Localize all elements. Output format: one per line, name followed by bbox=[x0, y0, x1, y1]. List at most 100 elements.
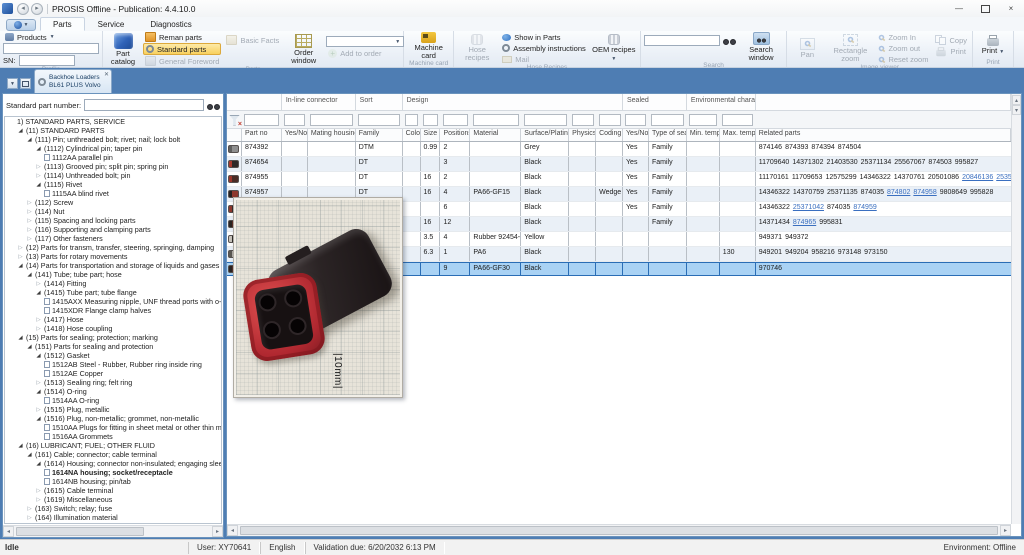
copy-button[interactable]: Copy bbox=[933, 35, 969, 45]
column-filter-input[interactable] bbox=[405, 113, 419, 126]
collapsed-arrow-icon[interactable]: ▷ bbox=[35, 488, 42, 494]
tree-item[interactable]: ◢ (1115) Rivet bbox=[5, 180, 221, 189]
tree-item[interactable]: ◢ (1614) Housing; connector non-insulated… bbox=[5, 459, 221, 468]
scroll-up-icon[interactable]: ▴ bbox=[1012, 95, 1021, 105]
column-filter-input[interactable] bbox=[722, 113, 754, 126]
column-filter-input[interactable] bbox=[244, 113, 280, 126]
binoculars-icon[interactable] bbox=[722, 36, 736, 45]
zoom-out-button[interactable]: Zoom out bbox=[876, 43, 930, 53]
tree-item[interactable]: ▷ (116) Supporting and clamping parts bbox=[5, 225, 221, 234]
tree-item[interactable]: ▷ (13) Parts for rotary movements bbox=[5, 252, 221, 261]
tree-item[interactable]: 1512AB Steel - Rubber, Rubber ring insid… bbox=[5, 360, 221, 369]
collapsed-arrow-icon[interactable]: ▷ bbox=[26, 506, 33, 512]
expanded-arrow-icon[interactable]: ◢ bbox=[35, 416, 42, 422]
tree-item[interactable]: ◢ (1516) Plug, non-metallic; grommet, non… bbox=[5, 414, 221, 423]
related-part-link[interactable]: 874958 bbox=[913, 189, 936, 196]
table-row[interactable]: 874955 DT 16 2 Black Yes Family 11170161 1170965… bbox=[227, 172, 1011, 187]
collapsed-arrow-icon[interactable]: ▷ bbox=[35, 317, 42, 323]
collapsed-arrow-icon[interactable]: ▷ bbox=[35, 497, 42, 503]
show-in-parts-button[interactable]: Show in Parts bbox=[500, 32, 588, 42]
part-catalog-button[interactable]: Part catalog bbox=[106, 32, 140, 66]
column-header-max-temp[interactable]: Max. temp bbox=[720, 129, 756, 141]
scroll-right-icon[interactable]: ▸ bbox=[212, 526, 223, 537]
table-row[interactable]: 874392 DTM 0.99 2 Grey Yes Family 874146 874393 8… bbox=[227, 142, 1011, 157]
column-header-color[interactable]: Color bbox=[403, 129, 421, 141]
tree-item[interactable]: ▷ (163) Switch; relay; fuse bbox=[5, 504, 221, 513]
tree-item[interactable]: ◢ (16) LUBRICANT; FUEL; OTHER FLUID bbox=[5, 441, 221, 450]
column-header-min-temp[interactable]: Min. temp bbox=[687, 129, 720, 141]
tree-item[interactable]: ◢ (11) STANDARD PARTS bbox=[5, 126, 221, 135]
table-row[interactable]: 874654 DT 3 Black Yes Family 11709640 14371302 2… bbox=[227, 157, 1011, 172]
tree-item[interactable]: ▷ (114) Nut bbox=[5, 207, 221, 216]
column-filter-input[interactable] bbox=[523, 113, 567, 126]
tree-item[interactable]: ▷ (12) Parts for transm, transfer, steeri… bbox=[5, 243, 221, 252]
tree-item[interactable]: 1415AXX Measuring nipple, UNF thread por… bbox=[5, 297, 221, 306]
tree-item[interactable]: ▷ (1113) Grooved pin; split pin; spring p… bbox=[5, 162, 221, 171]
collapsed-arrow-icon[interactable]: ▷ bbox=[35, 407, 42, 413]
table-horizontal-scrollbar[interactable]: ◂ ▸ bbox=[227, 524, 1011, 536]
tree-item[interactable]: 1512AE Copper bbox=[5, 369, 221, 378]
collapsed-arrow-icon[interactable]: ▷ bbox=[26, 200, 33, 206]
pan-button[interactable]: Pan bbox=[790, 37, 824, 59]
tree-item[interactable]: ◢ (151) Parts for sealing and protection bbox=[5, 342, 221, 351]
column-header-mating-housing[interactable]: Mating housing bbox=[308, 129, 356, 141]
search-window-button[interactable]: Search window bbox=[739, 32, 784, 62]
tree-item[interactable]: 1514AA O-ring bbox=[5, 396, 221, 405]
collapsed-arrow-icon[interactable]: ▷ bbox=[26, 227, 33, 233]
collapsed-arrow-icon[interactable]: ▷ bbox=[26, 515, 33, 521]
tree-item[interactable]: ▷ (1513) Sealing ring; felt ring bbox=[5, 378, 221, 387]
expanded-arrow-icon[interactable]: ◢ bbox=[17, 128, 24, 134]
reset-zoom-button[interactable]: Reset zoom bbox=[876, 54, 930, 64]
tree-item[interactable]: ◢ (14) Parts for transportation and stora… bbox=[5, 261, 221, 270]
collapsed-arrow-icon[interactable]: ▷ bbox=[35, 164, 42, 170]
column-filter-input[interactable] bbox=[598, 113, 621, 126]
expanded-arrow-icon[interactable]: ◢ bbox=[35, 389, 42, 395]
column-header-type-of-seal[interactable]: Type of seal bbox=[649, 129, 687, 141]
expanded-arrow-icon[interactable]: ◢ bbox=[35, 353, 42, 359]
column-filter-input[interactable] bbox=[472, 113, 519, 126]
tree-item[interactable]: ▷ (164) Illumination material bbox=[5, 513, 221, 522]
rectangle-zoom-button[interactable]: Rectangle zoom bbox=[827, 33, 873, 63]
column-filter-input[interactable] bbox=[442, 113, 468, 126]
tree-item[interactable]: ▷ (1414) Fitting bbox=[5, 279, 221, 288]
sn-input[interactable] bbox=[18, 55, 75, 66]
tree-item[interactable]: ◢ (161) Cable; connector; cable terminal bbox=[5, 450, 221, 459]
scroll-right-icon[interactable]: ▸ bbox=[1000, 525, 1011, 536]
assembly-instructions-button[interactable]: Assembly instructions bbox=[500, 43, 588, 53]
column-filter-input[interactable] bbox=[571, 113, 594, 126]
general-foreword-button[interactable]: General Foreword bbox=[143, 56, 221, 66]
mail-button[interactable]: Mail bbox=[500, 54, 588, 64]
collapsed-arrow-icon[interactable]: ▷ bbox=[17, 245, 24, 251]
column-filter-input[interactable] bbox=[422, 113, 438, 126]
tab-pin-button[interactable] bbox=[20, 78, 31, 89]
column-header-part-no[interactable]: Part no bbox=[242, 129, 282, 141]
expanded-arrow-icon[interactable]: ◢ bbox=[17, 335, 24, 341]
products-button[interactable]: Products ▼ bbox=[3, 32, 99, 42]
collapsed-arrow-icon[interactable]: ▷ bbox=[26, 218, 33, 224]
scrollbar-thumb[interactable] bbox=[240, 526, 998, 535]
tree-item[interactable]: 1) STANDARD PARTS, SERVICE bbox=[5, 117, 221, 126]
related-part-link[interactable]: 25350489 bbox=[996, 174, 1011, 181]
tree-item[interactable]: ▷ (117) Other fasteners bbox=[5, 234, 221, 243]
tree-item[interactable]: ◢ (15) Parts for sealing; protection; mar… bbox=[5, 333, 221, 342]
basic-facts-button[interactable]: Basic Facts bbox=[224, 35, 281, 45]
tree-item[interactable]: ◢ (1415) Tube part; tube flange bbox=[5, 288, 221, 297]
part-number-input[interactable] bbox=[84, 99, 204, 111]
column-filter-input[interactable] bbox=[651, 113, 685, 126]
related-part-link[interactable]: 874802 bbox=[887, 189, 910, 196]
order-combobox[interactable] bbox=[326, 36, 405, 47]
collapsed-arrow-icon[interactable]: ▷ bbox=[17, 254, 24, 260]
tab-list-dropdown-button[interactable]: ▼ bbox=[7, 78, 18, 89]
products-input[interactable] bbox=[3, 43, 99, 54]
column-header-yes-no[interactable]: Yes/No bbox=[282, 129, 308, 141]
zoom-in-button[interactable]: Zoom In bbox=[876, 32, 930, 42]
scroll-down-icon[interactable]: ▾ bbox=[1012, 105, 1021, 115]
tree-item[interactable]: ▷ (1418) Hose coupling bbox=[5, 324, 221, 333]
order-window-button[interactable]: Order window bbox=[284, 33, 323, 65]
expanded-arrow-icon[interactable]: ◢ bbox=[26, 272, 33, 278]
tree-item[interactable]: ▷ (112) Screw bbox=[5, 198, 221, 207]
document-tab-active[interactable]: Backhoe Loaders BL61 PLUS Volvo ✕ bbox=[34, 69, 112, 93]
column-header-material[interactable]: Material bbox=[470, 129, 522, 141]
related-part-link[interactable]: 874959 bbox=[853, 204, 876, 211]
related-part-link[interactable]: 20846136 bbox=[962, 174, 993, 181]
